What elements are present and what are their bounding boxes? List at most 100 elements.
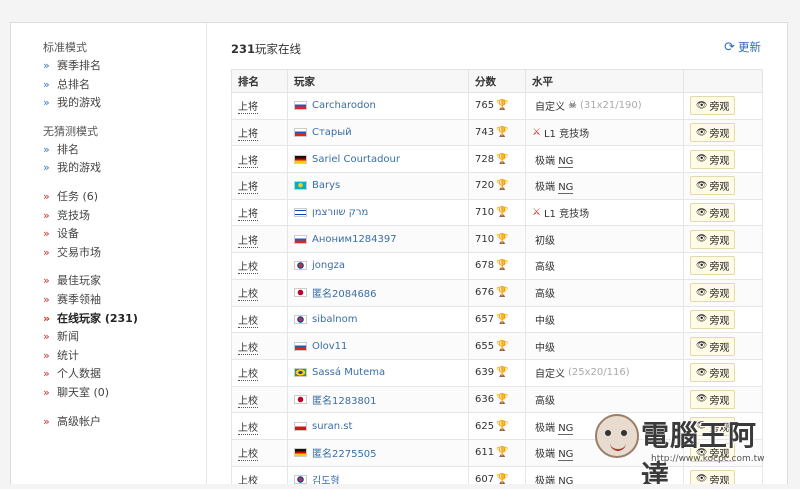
player-link[interactable]: 匿名1283801 — [294, 392, 462, 407]
sidebar-item[interactable]: » 个人数据 — [43, 365, 206, 384]
watch-button[interactable]: 👁 旁观 — [690, 309, 736, 329]
player-cell[interactable]: Sassá Mutema — [287, 358, 469, 387]
trophy-icon: 🏆 — [496, 473, 509, 484]
table-row: 上将 Аноним1284397 710 🏆 初级 👁 旁观 — [231, 225, 763, 254]
watch-button[interactable]: 👁 旁观 — [690, 363, 736, 383]
sidebar-item[interactable]: » 在线玩家 (231) — [43, 310, 206, 329]
watch-button[interactable]: 👁 旁观 — [690, 389, 736, 409]
player-link[interactable]: suran.st — [294, 421, 462, 432]
sidebar-item[interactable]: » 我的游戏 — [43, 159, 206, 178]
player-link[interactable]: Sassá Mutema — [294, 367, 462, 378]
sidebar-item[interactable]: » 最佳玩家 — [43, 272, 206, 291]
watch-button[interactable]: 👁 旁观 — [690, 149, 736, 169]
table-row: 上校 Sassá Mutema 639 🏆 自定义 (25x20/116) 👁 旁观 — [231, 358, 763, 387]
table-row: 上将 Старый 743 🏆 ⚔ L1 竞技场 👁 旁观 — [231, 118, 763, 147]
score-cell: 678 🏆 — [468, 252, 526, 280]
score-value: 611 — [475, 447, 495, 459]
watch-label: 旁观 — [709, 209, 730, 221]
player-link[interactable]: Carcharodon — [294, 100, 462, 111]
watch-button[interactable]: 👁 旁观 — [690, 229, 736, 249]
player-cell[interactable]: 匿名1283801 — [287, 385, 469, 414]
score-cell: 607 🏆 — [468, 465, 526, 484]
player-cell[interactable]: Carcharodon — [287, 92, 469, 120]
sidebar-item[interactable]: » 统计 — [43, 347, 206, 366]
player-name: Аноним1284397 — [312, 233, 397, 245]
sidebar-item[interactable]: » 总排名 — [43, 76, 206, 95]
sidebar-item[interactable]: » 任务 (6) — [43, 188, 206, 207]
score-value: 636 — [475, 393, 495, 405]
rank-cell: 上校 — [231, 385, 288, 414]
sidebar-item[interactable]: » 高级帐户 — [43, 413, 206, 432]
score-value: 625 — [475, 420, 495, 432]
japan-flag-icon — [294, 288, 307, 298]
score-cell: 728 🏆 — [468, 145, 526, 174]
player-link[interactable]: jongza — [294, 260, 462, 271]
column-header-score: 分数 — [468, 69, 526, 93]
player-cell[interactable]: 匿名2275505 — [287, 438, 469, 467]
no-guess-abbr: NG — [558, 182, 574, 195]
rank-cell: 上校 — [231, 438, 288, 467]
player-link[interactable]: sibalnom — [294, 314, 462, 325]
watch-button[interactable]: 👁 旁观 — [690, 256, 736, 276]
sidebar-group: 无猜测模式 » 排名 » 我的游戏 — [43, 123, 206, 178]
player-cell[interactable]: Старый — [287, 118, 469, 147]
sidebar-item[interactable]: » 交易市场 — [43, 244, 206, 263]
sidebar-item[interactable]: » 设备 — [43, 225, 206, 244]
level-text: 极端 NG — [535, 422, 574, 435]
player-cell[interactable]: sibalnom — [287, 305, 469, 334]
player-cell[interactable]: Sariel Courtadour — [287, 145, 469, 174]
chevron-right-icon: » — [43, 245, 50, 259]
watch-button[interactable]: 👁 旁观 — [690, 123, 736, 143]
player-link[interactable]: Olov11 — [294, 341, 462, 352]
sidebar-item[interactable]: » 赛季排名 — [43, 57, 206, 76]
germany-flag-icon — [294, 154, 307, 164]
chevron-right-icon: » — [43, 208, 50, 222]
player-link[interactable]: Аноним1284397 — [294, 234, 462, 245]
chevron-right-icon: » — [43, 348, 50, 362]
player-cell[interactable]: 김도형 — [287, 465, 469, 484]
player-link[interactable]: Sariel Courtadour — [294, 154, 462, 165]
sidebar-item[interactable]: » 竞技场 — [43, 207, 206, 226]
column-header-action — [683, 69, 763, 93]
player-cell[interactable]: jongza — [287, 252, 469, 280]
score-value: 765 — [475, 100, 495, 112]
player-link[interactable]: 匿名2275505 — [294, 445, 462, 460]
sidebar: 标准模式» 赛季排名» 总排名» 我的游戏 无猜测模式» 排名» 我的游戏» 任务 (6)» 竞… — [11, 23, 207, 484]
sidebar-item[interactable]: » 新闻 — [43, 328, 206, 347]
refresh-button[interactable]: ⟳ 更新 — [724, 39, 761, 55]
player-link[interactable]: 김도형 — [294, 472, 462, 484]
player-cell[interactable]: מרק שוורצמן — [287, 198, 469, 227]
watch-label: 旁观 — [709, 289, 730, 301]
player-name: 김도형 — [312, 475, 340, 484]
player-cell[interactable]: Аноним1284397 — [287, 225, 469, 254]
chevron-right-icon: » — [43, 274, 50, 288]
sidebar-item[interactable]: » 赛季领袖 — [43, 291, 206, 310]
chevron-right-icon: » — [43, 59, 50, 72]
rank-cell: 上校 — [231, 358, 288, 387]
player-cell[interactable]: Barys — [287, 172, 469, 200]
player-link[interactable]: מרק שוורצמן — [294, 207, 462, 218]
russia-flag-icon — [294, 101, 307, 111]
watch-button[interactable]: 👁 旁观 — [690, 203, 736, 223]
watch-button[interactable]: 👁 旁观 — [690, 283, 736, 303]
score-value: 676 — [475, 287, 495, 299]
player-cell[interactable]: Olov11 — [287, 332, 469, 360]
watch-label: 旁观 — [709, 315, 730, 327]
player-link[interactable]: Старый — [294, 127, 462, 138]
watermark-text: 電腦王阿達 — [641, 419, 758, 484]
watermark-logo: 電腦王阿達 http://www.kocpc.com.tw — [595, 410, 767, 484]
watch-button[interactable]: 👁 旁观 — [690, 96, 736, 116]
eye-icon: 👁 — [696, 100, 708, 111]
score-cell: 710 🏆 — [468, 225, 526, 254]
sidebar-item[interactable]: » 我的游戏 — [43, 94, 206, 113]
sidebar-item[interactable]: » 聊天室 (0) — [43, 384, 206, 403]
player-cell[interactable]: suran.st — [287, 412, 469, 440]
sidebar-item[interactable]: » 排名 — [43, 141, 206, 160]
watch-button[interactable]: 👁 旁观 — [690, 176, 736, 196]
player-name: 匿名2275505 — [312, 449, 377, 461]
player-cell[interactable]: 匿名2084686 — [287, 278, 469, 307]
player-link[interactable]: 匿名2084686 — [294, 285, 462, 300]
watch-button[interactable]: 👁 旁观 — [690, 336, 736, 356]
player-link[interactable]: Barys — [294, 180, 462, 191]
score-value: 743 — [475, 127, 495, 139]
